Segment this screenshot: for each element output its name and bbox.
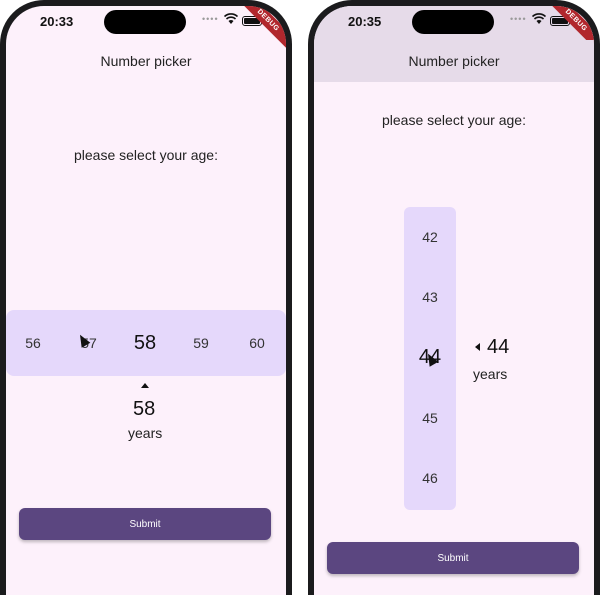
selected-value: 58	[133, 398, 156, 420]
picker-option[interactable]: 45	[404, 406, 456, 430]
status-time: 20:33	[40, 14, 74, 29]
age-prompt: please select your age:	[74, 147, 218, 163]
wifi-icon	[532, 13, 546, 24]
submit-button[interactable]: Submit	[19, 508, 271, 540]
horizontal-number-picker[interactable]: 56 57 58 59 60	[6, 310, 286, 376]
unit-label: years	[473, 366, 508, 382]
screen-right: 20:35 •••• DEBUG Number picker please se…	[314, 6, 594, 595]
dynamic-island	[412, 10, 494, 34]
unit-label: years	[128, 425, 163, 441]
picker-option[interactable]: 59	[181, 310, 221, 376]
caret-up-icon	[141, 383, 149, 388]
app-bar: Number picker	[314, 40, 594, 82]
picker-option[interactable]: 56	[13, 310, 53, 376]
signal-icon: ••••	[510, 14, 527, 24]
vertical-number-picker[interactable]: 42 43 44 45 46	[404, 207, 456, 510]
dynamic-island	[104, 10, 186, 34]
age-prompt: please select your age:	[382, 112, 526, 128]
picker-option-selected[interactable]: 58	[125, 310, 165, 376]
picker-option[interactable]: 60	[237, 310, 277, 376]
status-time: 20:35	[348, 14, 382, 29]
page-title: Number picker	[408, 53, 500, 69]
page-title: Number picker	[100, 53, 192, 69]
picker-option[interactable]: 43	[404, 285, 456, 309]
phone-frame-right: 20:35 •••• DEBUG Number picker please se…	[308, 0, 600, 595]
screen-left: 20:33 •••• DEBUG Number picker please se…	[6, 6, 286, 595]
status-bar: 20:33 •••• DEBUG	[6, 6, 286, 54]
status-bar: 20:35 •••• DEBUG	[314, 6, 594, 54]
caret-left-icon	[475, 343, 480, 351]
picker-option[interactable]: 46	[404, 466, 456, 490]
app-bar: Number picker	[6, 40, 286, 82]
phone-frame-left: 20:33 •••• DEBUG Number picker please se…	[0, 0, 292, 595]
wifi-icon	[224, 13, 238, 24]
signal-icon: ••••	[202, 14, 219, 24]
selected-value: 44	[487, 336, 510, 358]
picker-option[interactable]: 42	[404, 225, 456, 249]
submit-button[interactable]: Submit	[327, 542, 579, 574]
